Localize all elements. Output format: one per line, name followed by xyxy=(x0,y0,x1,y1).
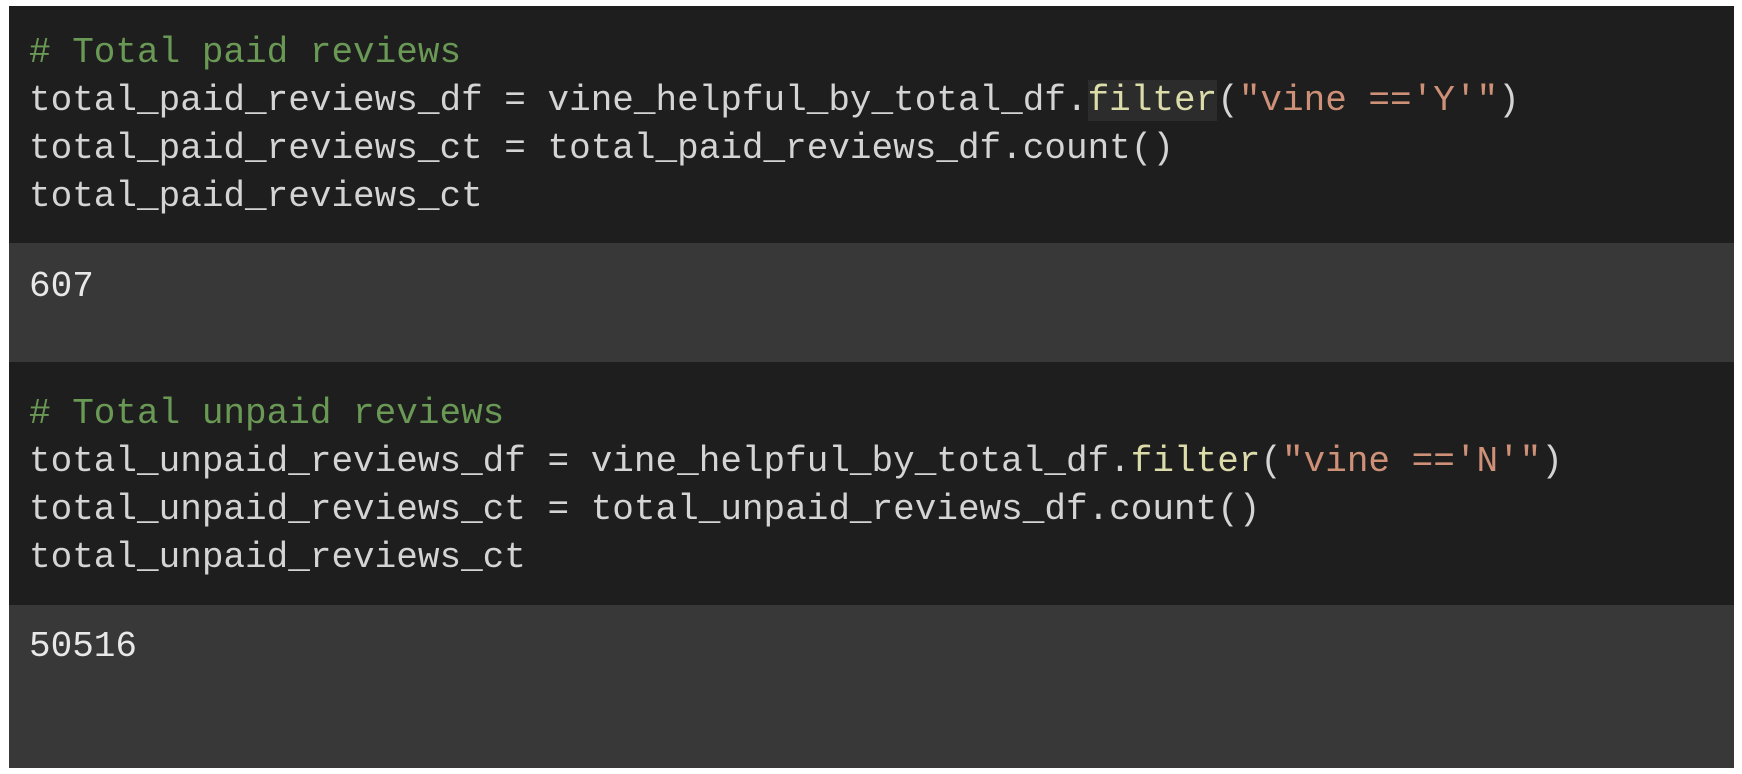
notebook-view: # Total paid reviews total_paid_reviews_… xyxy=(9,6,1734,768)
paren: ( xyxy=(1217,80,1239,121)
output-value: 50516 xyxy=(29,626,138,667)
output-cell-2: 50516 xyxy=(9,605,1734,768)
function-name: filter xyxy=(1130,441,1261,482)
code-comment: # Total unpaid reviews xyxy=(29,393,505,434)
code-cell-2[interactable]: # Total unpaid reviews total_unpaid_revi… xyxy=(9,362,1734,605)
code-line: total_unpaid_reviews_df = vine_helpful_b… xyxy=(29,435,1563,488)
string-literal: "vine =='N'" xyxy=(1282,441,1542,482)
code-comment: # Total paid reviews xyxy=(29,32,462,73)
code-text: total_paid_reviews_df = vine_helpful_by_… xyxy=(29,80,1088,121)
string-literal: "vine =='Y'" xyxy=(1238,80,1499,121)
paren: ) xyxy=(1498,80,1520,121)
output-value: 607 xyxy=(29,266,94,307)
code-text: total_unpaid_reviews_df = vine_helpful_b… xyxy=(29,441,1131,482)
paren: ) xyxy=(1541,441,1563,482)
code-line: total_paid_reviews_ct xyxy=(29,176,483,217)
output-cell-1: 607 xyxy=(9,243,1734,362)
paren: ( xyxy=(1260,441,1283,482)
code-line: total_unpaid_reviews_ct xyxy=(29,537,526,578)
code-line: total_unpaid_reviews_ct = total_unpaid_r… xyxy=(29,489,1261,530)
code-cell-1[interactable]: # Total paid reviews total_paid_reviews_… xyxy=(9,6,1734,243)
function-name: filter xyxy=(1087,80,1218,121)
code-line: total_paid_reviews_ct = total_paid_revie… xyxy=(29,128,1174,169)
code-line: total_paid_reviews_df = vine_helpful_by_… xyxy=(29,74,1520,127)
